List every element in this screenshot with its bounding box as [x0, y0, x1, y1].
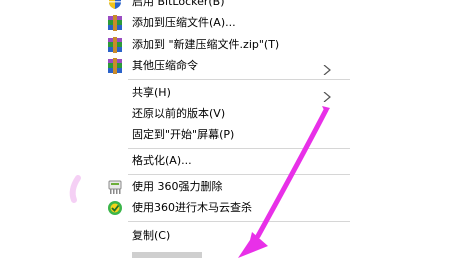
menu-item-partial — [100, 248, 350, 258]
menu-item-360-trojan-scan[interactable]: 使用360进行木马云查杀 — [100, 197, 350, 219]
menu-item-label: 添加到 "新建压缩文件.zip"(T) — [132, 38, 280, 51]
menu-item-label: 使用 360强力删除 — [132, 180, 223, 193]
shredder-360-icon — [107, 179, 123, 195]
menu-item-add-to-zip[interactable]: 添加到 "新建压缩文件.zip"(T) — [100, 34, 350, 56]
winrar-archive-icon — [107, 37, 123, 53]
menu-separator — [128, 221, 350, 222]
menu-item-360-shred[interactable]: 使用 360强力删除 — [100, 176, 350, 198]
menu-item-other-compress[interactable]: 其他压缩命令 — [100, 55, 350, 77]
360-security-icon — [107, 200, 123, 216]
menu-separator — [128, 148, 350, 149]
shield-icon — [107, 0, 123, 10]
menu-item-pin-to-start[interactable]: 固定到"开始"屏幕(P) — [100, 124, 350, 146]
menu-separator — [128, 174, 350, 175]
menu-item-copy[interactable]: 复制(C) — [100, 225, 350, 247]
menu-item-label: 固定到"开始"屏幕(P) — [132, 128, 235, 141]
menu-separator — [128, 79, 350, 80]
winrar-archive-icon — [107, 58, 123, 74]
menu-item-label: 添加到压缩文件(A)... — [132, 16, 236, 29]
context-menu: 启用 BitLocker(B) 添加到压缩文件(A)... 添加到 "新建压缩文… — [0, 0, 450, 258]
chevron-right-icon — [323, 88, 331, 103]
menu-item-share[interactable]: 共享(H) — [100, 82, 350, 104]
chevron-right-icon — [323, 61, 331, 76]
menu-item-label: 其他压缩命令 — [132, 59, 198, 72]
menu-item-format[interactable]: 格式化(A)... — [100, 150, 350, 172]
menu-item-label: 共享(H) — [132, 86, 171, 99]
menu-item-label: 使用360进行木马云查杀 — [132, 201, 252, 214]
menu-item-label: 复制(C) — [132, 229, 171, 242]
menu-item-restore-previous-versions[interactable]: 还原以前的版本(V) — [100, 103, 350, 125]
winrar-archive-icon — [107, 15, 123, 31]
menu-item-label: 格式化(A)... — [132, 154, 192, 167]
menu-item-label: 还原以前的版本(V) — [132, 107, 226, 120]
menu-item-add-to-archive[interactable]: 添加到压缩文件(A)... — [100, 12, 350, 34]
